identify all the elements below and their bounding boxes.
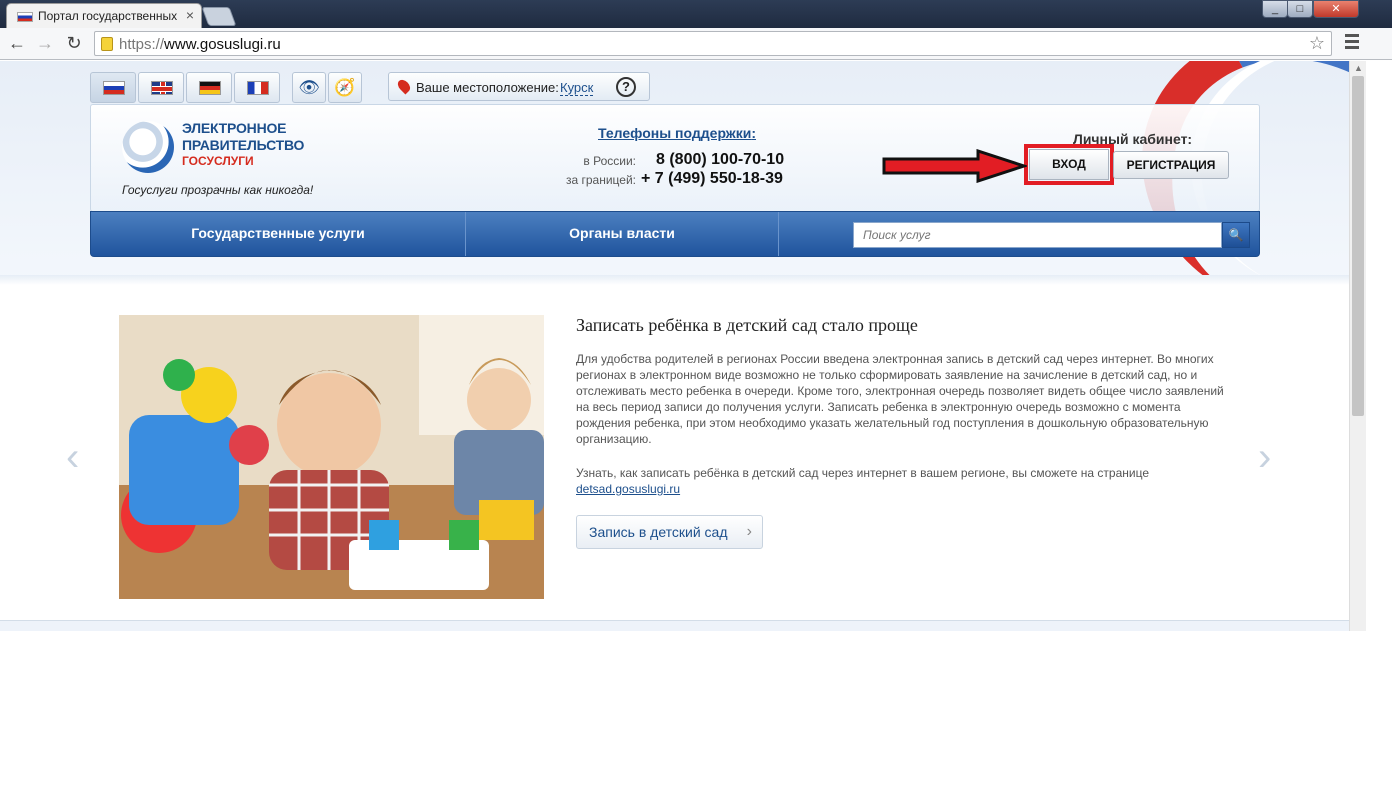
tab-title: Портал государственных <box>38 9 178 23</box>
login-button[interactable]: ВХОД <box>1024 144 1114 185</box>
lang-button-de[interactable] <box>186 72 232 103</box>
location-label: Ваше местоположение: <box>416 80 559 95</box>
browser-tab[interactable]: Портал государственных × <box>6 3 202 28</box>
children-playing-image <box>119 315 544 599</box>
slider-prev-icon[interactable]: ‹ <box>66 435 79 480</box>
search-box <box>853 222 1222 248</box>
main-navbar: Государственные услуги Органы власти 🔍 <box>90 211 1260 257</box>
eye-icon: 👁 <box>298 78 320 97</box>
page: 👁 🧭 Ваше местоположение: Курск ? ЭЛЕКТРО… <box>0 61 1366 631</box>
accessibility-button[interactable]: 👁 <box>292 72 326 103</box>
star-icon[interactable]: ☆ <box>1309 33 1325 54</box>
detsad-link[interactable]: detsad.gosuslugi.ru <box>576 482 680 496</box>
kindergarten-enroll-button[interactable]: Запись в детский сад › <box>576 515 763 549</box>
nav-item-gov-services[interactable]: Государственные услуги <box>91 212 466 256</box>
register-button[interactable]: РЕГИСТРАЦИЯ <box>1113 151 1229 179</box>
news-slider: ‹ › Записать ребёнка в детский сад стало… <box>0 285 1349 621</box>
phone-abroad-label: за границей: <box>565 173 636 187</box>
location-selector: Ваше местоположение: Курск ? <box>388 72 650 101</box>
hamburger-icon[interactable] <box>1345 34 1359 50</box>
content-separator <box>0 275 1349 285</box>
address-bar[interactable]: https://www.gosuslugi.ru ☆ <box>94 31 1332 56</box>
search-input[interactable] <box>854 223 1220 247</box>
slogan: Госуслуги прозрачны как никогда! <box>122 183 314 197</box>
search-icon: 🔍 <box>1228 228 1244 242</box>
url-text[interactable]: https://www.gosuslugi.ru <box>119 36 281 53</box>
uk-flag-icon <box>151 81 173 95</box>
gosuslugi-logo-icon[interactable] <box>122 121 174 173</box>
window-minimize-button[interactable]: _ <box>1262 0 1288 18</box>
tab-close-icon[interactable]: × <box>186 7 194 23</box>
lang-button-fr[interactable] <box>234 72 280 103</box>
news-title: Записать ребёнка в детский сад стало про… <box>576 315 918 335</box>
phone-russia-label: в России: <box>583 154 636 168</box>
browser-titlebar: Портал государственных × _ □ ✕ <box>0 0 1392 28</box>
arrow-right-icon[interactable]: → <box>34 32 56 54</box>
page-scrollbar[interactable]: ▲ <box>1349 61 1366 631</box>
france-flag-icon <box>247 81 269 95</box>
annotation-arrow <box>882 149 1027 183</box>
scrollbar-thumb[interactable] <box>1352 76 1364 416</box>
browser-toolbar: ← → ↻ https://www.gosuslugi.ru ☆ <box>0 28 1392 60</box>
window-maximize-button[interactable]: □ <box>1287 0 1313 18</box>
location-pin-icon <box>395 77 413 95</box>
lang-button-en[interactable] <box>138 72 184 103</box>
phone-abroad-number: + 7 (499) 550-18-39 <box>641 170 783 187</box>
personal-cabinet-title: Личный кабинет: <box>1073 131 1193 147</box>
news-body: Для удобства родителей в регионах России… <box>576 352 1224 446</box>
news-image[interactable] <box>119 315 544 599</box>
scroll-up-icon[interactable]: ▲ <box>1354 63 1363 73</box>
germany-flag-icon <box>199 81 221 95</box>
slider-next-icon[interactable]: › <box>1258 435 1271 480</box>
new-tab-button[interactable] <box>201 7 237 26</box>
lock-icon <box>101 37 113 51</box>
header-panel: ЭЛЕКТРОННОЕ ПРАВИТЕЛЬСТВО ГОСУСЛУГИ Госу… <box>90 104 1260 212</box>
reload-icon[interactable]: ↻ <box>63 32 85 54</box>
nav-item-authorities[interactable]: Органы власти <box>466 212 779 256</box>
logo-subtext[interactable]: ГОСУСЛУГИ <box>182 154 254 168</box>
logo-text[interactable]: ЭЛЕКТРОННОЕ ПРАВИТЕЛЬСТВО <box>182 120 304 154</box>
news-more-text: Узнать, как записать ребёнка в детский с… <box>576 466 1150 496</box>
arrow-left-icon[interactable]: ← <box>6 32 28 54</box>
compass-icon: 🧭 <box>334 78 356 97</box>
russia-flag-icon <box>17 12 33 22</box>
phone-russia-number: 8 (800) 100-70-10 <box>656 151 785 168</box>
chevron-right-icon: › <box>746 523 752 540</box>
window-close-button[interactable]: ✕ <box>1313 0 1359 18</box>
russia-flag-icon <box>103 81 125 95</box>
help-icon[interactable]: ? <box>616 77 636 97</box>
support-phones-title[interactable]: Телефоны поддержки: <box>598 125 756 141</box>
lang-button-ru[interactable] <box>90 72 136 103</box>
search-button[interactable]: 🔍 <box>1222 222 1250 248</box>
compass-button[interactable]: 🧭 <box>328 72 362 103</box>
location-city-dropdown[interactable]: Курск <box>560 80 594 96</box>
